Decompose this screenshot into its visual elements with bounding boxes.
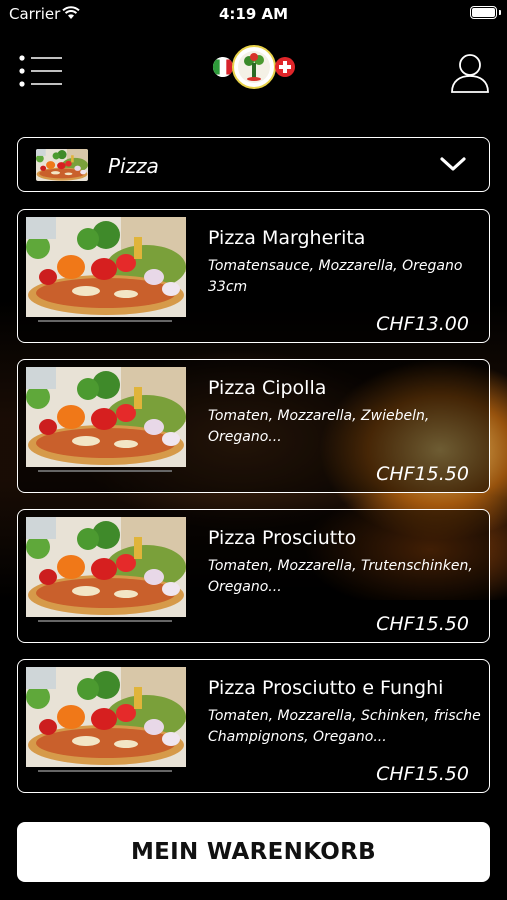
product-price: CHF13.00 (376, 313, 469, 335)
image-underline (38, 320, 172, 322)
product-image (26, 217, 186, 317)
user-profile-icon[interactable] (450, 52, 490, 94)
product-description: Tomaten, Mozzarella, Trutenschinken, Ore… (208, 558, 473, 595)
product-image (26, 367, 186, 467)
battery-icon (470, 6, 501, 19)
product-price: CHF15.50 (376, 613, 469, 635)
product-image (26, 667, 186, 767)
product-card-prosciutto-funghi[interactable]: Pizza Prosciutto e Funghi Tomaten, Mozza… (17, 659, 490, 793)
product-image (26, 517, 186, 617)
product-name: Pizza Cipolla (208, 377, 327, 399)
image-underline (38, 770, 172, 772)
hamburger-list-icon[interactable] (18, 54, 66, 88)
product-name: Pizza Prosciutto e Funghi (208, 677, 444, 699)
image-underline (38, 470, 172, 472)
chevron-down-icon (440, 157, 466, 171)
category-thumbnail (36, 149, 88, 181)
product-card-cipolla[interactable]: Pizza Cipolla Tomaten, Mozzarella, Zwieb… (17, 359, 490, 493)
status-time: 4:19 AM (218, 5, 289, 23)
status-bar: Carrier 4:19 AM (0, 0, 507, 28)
product-name: Pizza Margherita (208, 227, 366, 249)
product-card-margherita[interactable]: Pizza Margherita Tomatensauce, Mozzarell… (17, 209, 490, 343)
image-underline (38, 620, 172, 622)
product-card-prosciutto[interactable]: Pizza Prosciutto Tomaten, Mozzarella, Tr… (17, 509, 490, 643)
product-description: Tomatensauce, Mozzarella, Oregano 33cm (208, 258, 463, 295)
category-dropdown[interactable]: Pizza (17, 137, 490, 192)
product-description: Tomaten, Mozzarella, Zwiebeln, Oregano..… (208, 408, 430, 445)
product-price: CHF15.50 (376, 763, 469, 785)
product-price: CHF15.50 (376, 463, 469, 485)
product-name: Pizza Prosciutto (208, 527, 357, 549)
category-label: Pizza (108, 154, 159, 178)
italian-swiss-pizza-logo (212, 45, 295, 89)
cart-button[interactable]: MEIN WARENKORB (17, 822, 490, 882)
product-description: Tomaten, Mozzarella, Schinken, frische C… (208, 708, 481, 745)
